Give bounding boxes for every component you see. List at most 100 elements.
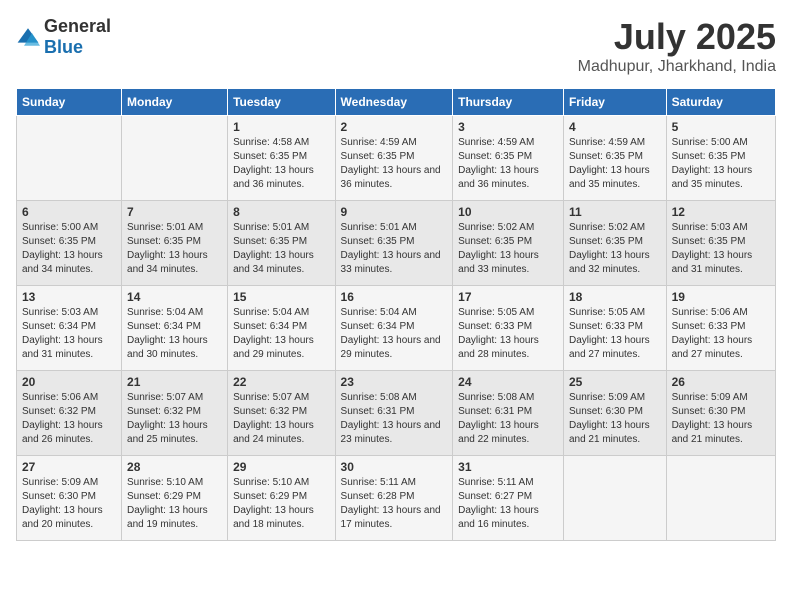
day-number: 2 <box>341 120 448 134</box>
day-number: 10 <box>458 205 558 219</box>
day-info: Sunrise: 5:02 AM Sunset: 6:35 PM Dayligh… <box>569 221 661 277</box>
header-cell-tuesday: Tuesday <box>228 89 335 116</box>
day-number: 30 <box>341 460 448 474</box>
title-block: July 2025 Madhupur, Jharkhand, India <box>578 16 776 76</box>
day-info: Sunrise: 5:01 AM Sunset: 6:35 PM Dayligh… <box>127 221 222 277</box>
calendar-cell: 21Sunrise: 5:07 AM Sunset: 6:32 PM Dayli… <box>122 371 228 456</box>
logo-blue: Blue <box>44 37 83 57</box>
calendar-cell <box>122 116 228 201</box>
day-number: 18 <box>569 290 661 304</box>
calendar-cell: 30 Sunrise: 5:11 AM Sunset: 6:28 PM Dayli… <box>335 456 453 541</box>
logo-general: General <box>44 16 111 36</box>
header-cell-wednesday: Wednesday <box>335 89 453 116</box>
day-number: 25 <box>569 375 661 389</box>
header-cell-friday: Friday <box>563 89 666 116</box>
calendar-cell: 15Sunrise: 5:04 AM Sunset: 6:34 PM Dayli… <box>228 286 335 371</box>
week-row-4: 20Sunrise: 5:06 AM Sunset: 6:32 PM Dayli… <box>17 371 776 456</box>
day-info: Sunrise: 4:58 AM Sunset: 6:35 PM Dayligh… <box>233 136 329 192</box>
week-row-3: 13 Sunrise: 5:03 AM Sunset: 6:34 PM Dayli… <box>17 286 776 371</box>
day-number: 28 <box>127 460 222 474</box>
calendar-body: 1Sunrise: 4:58 AM Sunset: 6:35 PM Daylig… <box>17 116 776 541</box>
calendar-cell: 12Sunrise: 5:03 AM Sunset: 6:35 PM Dayli… <box>666 201 775 286</box>
calendar-cell: 4 Sunrise: 4:59 AM Sunset: 6:35 PM Daylig… <box>563 116 666 201</box>
day-info: Sunrise: 5:07 AM Sunset: 6:32 PM Dayligh… <box>233 391 329 447</box>
calendar-cell <box>666 456 775 541</box>
calendar-cell: 2 Sunrise: 4:59 AM Sunset: 6:35 PM Daylig… <box>335 116 453 201</box>
header-cell-saturday: Saturday <box>666 89 775 116</box>
calendar-cell: 26Sunrise: 5:09 AM Sunset: 6:30 PM Dayli… <box>666 371 775 456</box>
day-number: 7 <box>127 205 222 219</box>
calendar-cell: 16 Sunrise: 5:04 AM Sunset: 6:34 PM Dayli… <box>335 286 453 371</box>
calendar-cell: 27 Sunrise: 5:09 AM Sunset: 6:30 PM Dayli… <box>17 456 122 541</box>
day-info: Sunrise: 5:11 AM Sunset: 6:27 PM Dayligh… <box>458 476 558 532</box>
day-number: 27 <box>22 460 116 474</box>
day-number: 19 <box>672 290 770 304</box>
day-number: 13 <box>22 290 116 304</box>
day-number: 8 <box>233 205 329 219</box>
header-cell-monday: Monday <box>122 89 228 116</box>
day-number: 16 <box>341 290 448 304</box>
day-info: Sunrise: 5:10 AM Sunset: 6:29 PM Dayligh… <box>127 476 222 532</box>
calendar-cell: 8 Sunrise: 5:01 AM Sunset: 6:35 PM Daylig… <box>228 201 335 286</box>
day-info: Sunrise: 5:04 AM Sunset: 6:34 PM Dayligh… <box>341 306 448 362</box>
day-info: Sunrise: 5:10 AM Sunset: 6:29 PM Dayligh… <box>233 476 329 532</box>
week-row-5: 27 Sunrise: 5:09 AM Sunset: 6:30 PM Dayli… <box>17 456 776 541</box>
day-info: Sunrise: 5:08 AM Sunset: 6:31 PM Dayligh… <box>341 391 448 447</box>
day-number: 9 <box>341 205 448 219</box>
day-info: Sunrise: 5:00 AM Sunset: 6:35 PM Dayligh… <box>672 136 770 192</box>
calendar-table: SundayMondayTuesdayWednesdayThursdayFrid… <box>16 88 776 541</box>
sub-title: Madhupur, Jharkhand, India <box>578 58 776 76</box>
day-number: 22 <box>233 375 329 389</box>
calendar-cell: 20Sunrise: 5:06 AM Sunset: 6:32 PM Dayli… <box>17 371 122 456</box>
header-cell-sunday: Sunday <box>17 89 122 116</box>
calendar-cell: 3Sunrise: 4:59 AM Sunset: 6:35 PM Daylig… <box>453 116 564 201</box>
calendar-cell: 25 Sunrise: 5:09 AM Sunset: 6:30 PM Dayli… <box>563 371 666 456</box>
calendar-cell: 1Sunrise: 4:58 AM Sunset: 6:35 PM Daylig… <box>228 116 335 201</box>
day-info: Sunrise: 5:02 AM Sunset: 6:35 PM Dayligh… <box>458 221 558 277</box>
calendar-cell: 22 Sunrise: 5:07 AM Sunset: 6:32 PM Dayli… <box>228 371 335 456</box>
day-info: Sunrise: 5:00 AM Sunset: 6:35 PM Dayligh… <box>22 221 116 277</box>
calendar-cell: 6 Sunrise: 5:00 AM Sunset: 6:35 PM Daylig… <box>17 201 122 286</box>
calendar-cell <box>563 456 666 541</box>
day-info: Sunrise: 5:04 AM Sunset: 6:34 PM Dayligh… <box>127 306 222 362</box>
day-number: 23 <box>341 375 448 389</box>
header-cell-thursday: Thursday <box>453 89 564 116</box>
day-number: 6 <box>22 205 116 219</box>
page-header: General Blue July 2025 Madhupur, Jharkha… <box>16 16 776 76</box>
day-info: Sunrise: 5:06 AM Sunset: 6:33 PM Dayligh… <box>672 306 770 362</box>
day-number: 17 <box>458 290 558 304</box>
day-number: 11 <box>569 205 661 219</box>
calendar-cell: 9Sunrise: 5:01 AM Sunset: 6:35 PM Daylig… <box>335 201 453 286</box>
calendar-cell <box>17 116 122 201</box>
day-info: Sunrise: 5:03 AM Sunset: 6:34 PM Dayligh… <box>22 306 116 362</box>
calendar-cell: 7 Sunrise: 5:01 AM Sunset: 6:35 PM Daylig… <box>122 201 228 286</box>
day-info: Sunrise: 5:05 AM Sunset: 6:33 PM Dayligh… <box>458 306 558 362</box>
calendar-cell: 19 Sunrise: 5:06 AM Sunset: 6:33 PM Dayli… <box>666 286 775 371</box>
logo-icon <box>16 25 40 49</box>
week-row-1: 1Sunrise: 4:58 AM Sunset: 6:35 PM Daylig… <box>17 116 776 201</box>
day-info: Sunrise: 5:11 AM Sunset: 6:28 PM Dayligh… <box>341 476 448 532</box>
day-info: Sunrise: 4:59 AM Sunset: 6:35 PM Dayligh… <box>341 136 448 192</box>
calendar-cell: 14 Sunrise: 5:04 AM Sunset: 6:34 PM Dayli… <box>122 286 228 371</box>
logo: General Blue <box>16 16 111 58</box>
calendar-cell: 10 Sunrise: 5:02 AM Sunset: 6:35 PM Dayli… <box>453 201 564 286</box>
day-number: 12 <box>672 205 770 219</box>
day-number: 3 <box>458 120 558 134</box>
calendar-cell: 13 Sunrise: 5:03 AM Sunset: 6:34 PM Dayli… <box>17 286 122 371</box>
day-number: 21 <box>127 375 222 389</box>
day-info: Sunrise: 5:01 AM Sunset: 6:35 PM Dayligh… <box>233 221 329 277</box>
day-number: 14 <box>127 290 222 304</box>
calendar-cell: 24 Sunrise: 5:08 AM Sunset: 6:31 PM Dayli… <box>453 371 564 456</box>
day-info: Sunrise: 5:06 AM Sunset: 6:32 PM Dayligh… <box>22 391 116 447</box>
day-info: Sunrise: 5:08 AM Sunset: 6:31 PM Dayligh… <box>458 391 558 447</box>
calendar-cell: 5 Sunrise: 5:00 AM Sunset: 6:35 PM Daylig… <box>666 116 775 201</box>
day-info: Sunrise: 5:09 AM Sunset: 6:30 PM Dayligh… <box>569 391 661 447</box>
day-number: 29 <box>233 460 329 474</box>
day-number: 5 <box>672 120 770 134</box>
day-number: 24 <box>458 375 558 389</box>
day-number: 4 <box>569 120 661 134</box>
day-info: Sunrise: 4:59 AM Sunset: 6:35 PM Dayligh… <box>569 136 661 192</box>
day-info: Sunrise: 5:05 AM Sunset: 6:33 PM Dayligh… <box>569 306 661 362</box>
calendar-cell: 31Sunrise: 5:11 AM Sunset: 6:27 PM Dayli… <box>453 456 564 541</box>
day-info: Sunrise: 5:09 AM Sunset: 6:30 PM Dayligh… <box>22 476 116 532</box>
